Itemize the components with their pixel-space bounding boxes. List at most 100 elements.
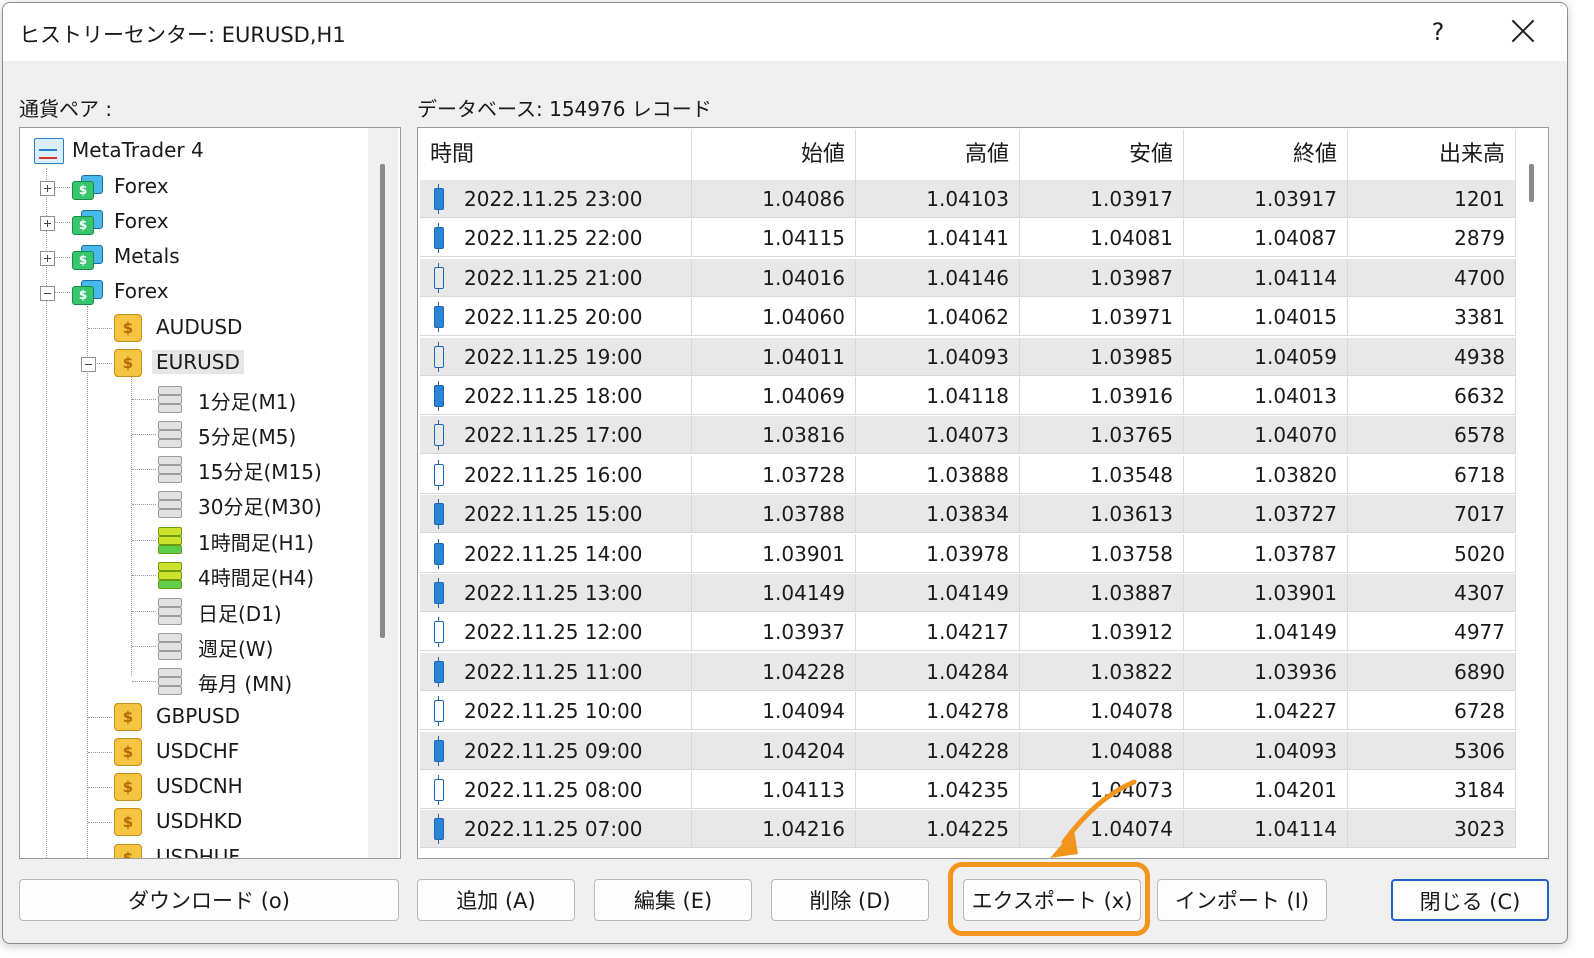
cell-close: 1.03820: [1184, 455, 1348, 494]
cell-high: 1.04217: [856, 613, 1020, 652]
expand-icon[interactable]: [40, 181, 55, 196]
cell-time: 2022.11.25 20:00: [420, 298, 692, 337]
cell-close: 1.04227: [1184, 692, 1348, 731]
cell-time-text: 2022.11.25 11:00: [464, 659, 643, 684]
pointer-arrow-icon: [1050, 779, 1137, 858]
cell-high: 1.04146: [856, 258, 1020, 297]
candle-icon: [434, 381, 444, 411]
close-button[interactable]: 閉じる (C): [1391, 879, 1549, 921]
cell-close: 1.03901: [1184, 574, 1348, 612]
cell-time-text: 2022.11.25 13:00: [464, 581, 643, 605]
cell-high: 1.04103: [856, 180, 1020, 218]
cell-volume: 4700: [1348, 258, 1516, 297]
cell-volume: 7017: [1348, 495, 1516, 534]
tree-scrollbar[interactable]: [368, 128, 398, 858]
cell-time-text: 2022.11.25 12:00: [464, 620, 643, 645]
expand-icon[interactable]: [40, 216, 55, 231]
cell-open: 1.04094: [692, 692, 856, 731]
currency-icon: $: [114, 773, 142, 801]
table-scrollbar-thumb[interactable]: [1529, 164, 1534, 202]
cell-close: 1.03727: [1184, 495, 1348, 534]
cell-high: 1.04225: [856, 810, 1020, 849]
edit-button[interactable]: 編集 (E): [594, 879, 752, 921]
close-icon[interactable]: [1505, 13, 1541, 49]
column-header-time[interactable]: 時間: [420, 130, 692, 180]
tree-scrollbar-thumb[interactable]: [380, 164, 385, 638]
candle-icon: [434, 775, 444, 805]
cell-open: 1.04011: [692, 337, 856, 376]
collapse-icon[interactable]: [81, 357, 96, 372]
help-button[interactable]: ?: [1423, 15, 1453, 49]
cell-low: 1.04081: [1020, 219, 1184, 258]
database-icon: [154, 454, 182, 484]
cell-high: 1.03978: [856, 534, 1020, 573]
database-icon: [154, 596, 182, 626]
cell-volume: 3381: [1348, 298, 1516, 337]
candle-icon: [434, 617, 444, 648]
cell-time-text: 2022.11.25 08:00: [464, 778, 643, 802]
column-header-high[interactable]: 高値: [856, 130, 1020, 180]
cell-close: 1.04114: [1184, 810, 1348, 849]
cell-time-text: 2022.11.25 21:00: [464, 265, 643, 290]
cell-time: 2022.11.25 09:00: [420, 731, 692, 770]
cell-close: 1.04093: [1184, 731, 1348, 770]
cell-volume: 5020: [1348, 534, 1516, 573]
database-icon: [154, 631, 182, 661]
tree-timeframe-label: 15分足(M15): [198, 460, 322, 484]
expand-icon[interactable]: [40, 251, 55, 266]
candle-icon: [434, 184, 444, 214]
cell-open: 1.03937: [692, 613, 856, 652]
cell-low: 1.03912: [1020, 613, 1184, 652]
cell-low: 1.03916: [1020, 377, 1184, 415]
symbol-tree[interactable]: MetaTrader 4 $ Forex $ Forex $ Metals $ …: [19, 127, 401, 859]
cell-time: 2022.11.25 19:00: [420, 337, 692, 376]
collapse-icon[interactable]: [40, 286, 55, 301]
history-center-dialog: ヒストリーセンター: EURUSD,H1 ? 通貨ペア : データベース: 15…: [2, 2, 1568, 944]
cell-volume: 6578: [1348, 416, 1516, 455]
cell-volume: 6890: [1348, 652, 1516, 691]
cell-time: 2022.11.25 08:00: [420, 771, 692, 809]
cell-open: 1.03901: [692, 534, 856, 573]
cell-time-text: 2022.11.25 10:00: [464, 699, 643, 724]
cell-open: 1.04115: [692, 219, 856, 258]
history-table[interactable]: 時間 始値 高値 安値 終値 出来高 2022.11.25 23:00 1.040…: [417, 127, 1549, 859]
cell-volume: 3184: [1348, 771, 1516, 809]
title-bar: ヒストリーセンター: EURUSD,H1 ?: [3, 3, 1567, 61]
download-button[interactable]: ダウンロード (o): [19, 879, 399, 921]
column-header-low[interactable]: 安値: [1020, 130, 1184, 180]
add-button[interactable]: 追加 (A): [417, 879, 575, 921]
candle-icon: [434, 262, 444, 293]
cell-time: 2022.11.25 13:00: [420, 574, 692, 612]
currency-icon: $: [114, 349, 142, 377]
cell-open: 1.03816: [692, 416, 856, 455]
cell-time-text: 2022.11.25 07:00: [464, 817, 643, 842]
cell-high: 1.04278: [856, 692, 1020, 731]
tree-timeframe-label: 1時間足(H1): [198, 531, 315, 555]
cell-time-text: 2022.11.25 18:00: [464, 384, 643, 408]
column-header-open[interactable]: 始値: [692, 130, 856, 180]
cell-high: 1.04141: [856, 219, 1020, 258]
cell-high: 1.03834: [856, 495, 1020, 534]
table-scrollbar[interactable]: [1518, 128, 1546, 858]
candle-icon: [434, 223, 444, 254]
cell-close: 1.03936: [1184, 652, 1348, 691]
cell-time-text: 2022.11.25 15:00: [464, 502, 643, 527]
cell-time-text: 2022.11.25 14:00: [464, 541, 643, 566]
cell-open: 1.04069: [692, 377, 856, 415]
column-header-volume[interactable]: 出来高: [1348, 130, 1516, 180]
cell-high: 1.04235: [856, 771, 1020, 809]
cell-open: 1.03728: [692, 455, 856, 494]
folder-icon: $: [70, 242, 103, 270]
tree-timeframe-label: 週足(W): [198, 637, 274, 661]
cell-time-text: 2022.11.25 17:00: [464, 423, 643, 448]
tree-timeframe-label: 5分足(M5): [198, 425, 297, 449]
cell-close: 1.04070: [1184, 416, 1348, 455]
column-header-close[interactable]: 終値: [1184, 130, 1348, 180]
database-icon: [154, 666, 182, 696]
cell-volume: 4977: [1348, 613, 1516, 652]
delete-button[interactable]: 削除 (D): [771, 879, 929, 921]
tree-group-label: Forex: [114, 279, 169, 303]
cell-close: 1.04149: [1184, 613, 1348, 652]
database-icon: [154, 384, 182, 414]
import-button[interactable]: インポート (I): [1157, 879, 1327, 921]
